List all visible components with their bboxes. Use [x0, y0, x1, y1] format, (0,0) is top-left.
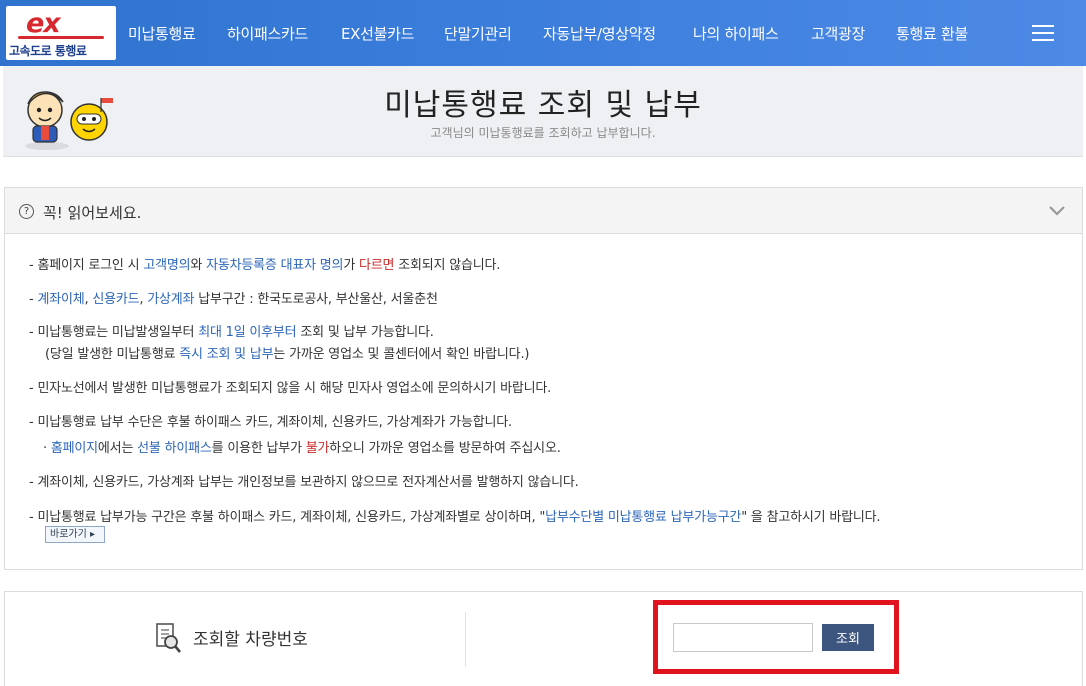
notice-item: - 계좌이체, 신용카드, 가상계좌 납부구간 : 한국도로공사, 부산울산, …: [29, 292, 438, 307]
logo-text: 고속도로 통행료: [9, 44, 87, 58]
logo-swoosh: [18, 36, 104, 39]
notice-item: - 홈페이지 로그인 시 고객명의와 자동차등록증 대표자 명의가 다르면 조회…: [29, 258, 501, 273]
notice-item: - 미납통행료 납부가능 구간은 후불 하이패스 카드, 계좌이체, 신용카드,…: [29, 510, 881, 525]
notice-title: 꼭! 읽어보세요.: [43, 204, 142, 222]
nav-item-ex-prepaid-card[interactable]: EX선불카드: [341, 23, 414, 44]
question-icon: ?: [19, 204, 34, 219]
nav-item-unpaid-toll[interactable]: 미납통행료: [128, 23, 196, 44]
hamburger-icon[interactable]: [1032, 25, 1054, 42]
nav-item-customer-plaza[interactable]: 고객광장: [811, 23, 865, 44]
notice-item: - 미납통행료 납부 수단은 후불 하이패스 카드, 계좌이체, 신용카드, 가…: [29, 415, 512, 430]
nav-item-my-hipass[interactable]: 나의 하이패스: [693, 23, 779, 44]
logo-mark: ex: [26, 8, 61, 39]
vehicle-number-input[interactable]: [673, 623, 813, 652]
notice-item: - 계좌이체, 신용카드, 가상계좌 납부는 개인정보를 보관하지 않으므로 전…: [29, 475, 579, 490]
nav-item-terminal-management[interactable]: 단말기관리: [444, 23, 512, 44]
notice-item: - 민자노선에서 발생한 미납통행료가 조회되지 않을 시 해당 민자사 영업소…: [29, 381, 552, 396]
notice-header[interactable]: ? 꼭! 읽어보세요.: [5, 188, 1082, 234]
vehicle-number-label: 조회할 차량번호: [193, 630, 308, 650]
page-header: 미납통행료 조회 및 납부 고객님의 미납통행료를 조회하고 납부합니다.: [3, 66, 1083, 157]
query-button[interactable]: 조회: [822, 624, 874, 651]
document-search-icon: [156, 623, 181, 653]
vehicle-search-panel: 조회할 차량번호 조회: [4, 591, 1083, 686]
top-navigation: ex 고속도로 통행료 미납통행료 하이패스카드 EX선불카드 단말기관리 자동…: [0, 0, 1086, 66]
page-title: 미납통행료 조회 및 납부: [384, 88, 702, 123]
nav-item-auto-payment[interactable]: 자동납부/영상약정: [543, 23, 656, 44]
go-link-button[interactable]: 바로가기 ▸: [45, 526, 105, 543]
notice-panel: ? 꼭! 읽어보세요. - 홈페이지 로그인 시 고객명의와 자동차등록증 대표…: [4, 187, 1083, 570]
page-subtitle: 고객님의 미납통행료를 조회하고 납부합니다.: [430, 126, 656, 140]
site-logo[interactable]: ex 고속도로 통행료: [6, 6, 116, 60]
notice-item-note: · 홈페이지에서는 선불 하이패스를 이용한 납부가 불가하오니 가까운 영업소…: [43, 441, 561, 456]
divider: [465, 612, 466, 667]
chevron-down-icon[interactable]: [1048, 201, 1066, 219]
notice-item-note: (당일 발생한 미납통행료 즉시 조회 및 납부는 가까운 영업소 및 콜센터에…: [45, 347, 530, 362]
nav-item-toll-refund[interactable]: 통행료 환불: [896, 23, 968, 44]
nav-item-hipass-card[interactable]: 하이패스카드: [227, 23, 308, 44]
notice-item: - 미납통행료는 미납발생일부터 최대 1일 이후부터 조회 및 납부 가능합니…: [29, 325, 434, 340]
